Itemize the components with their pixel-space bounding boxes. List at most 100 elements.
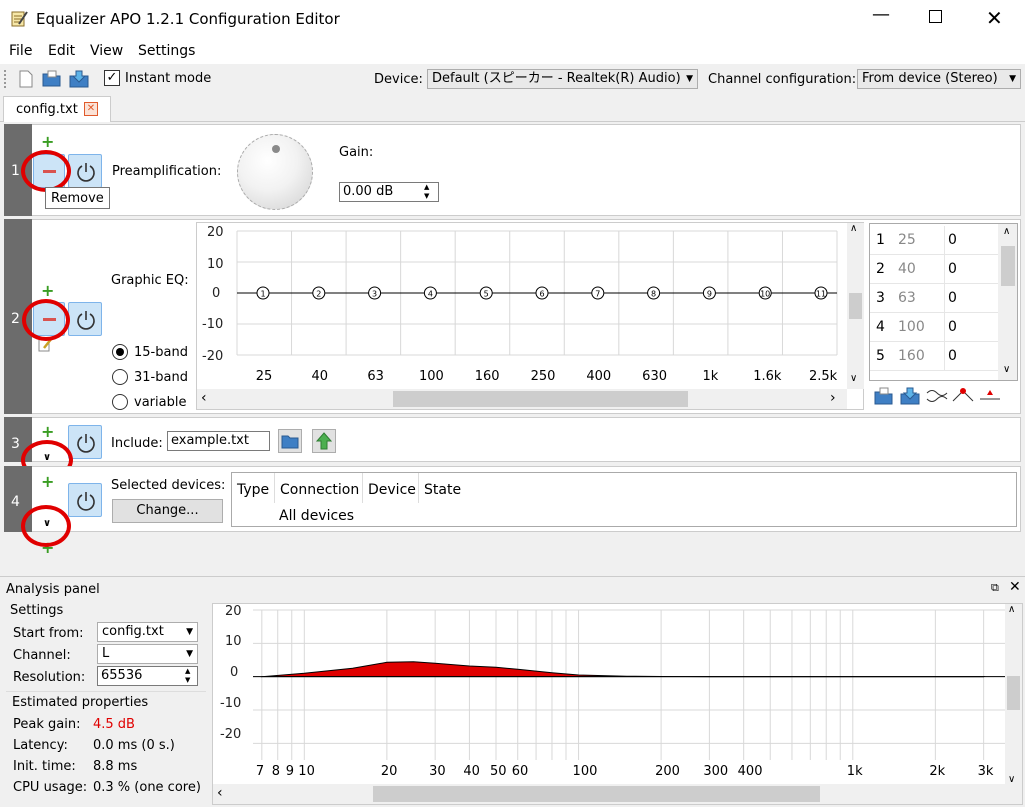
band-number[interactable]: 5 xyxy=(876,348,885,364)
save-icon[interactable] xyxy=(900,387,920,405)
band-number[interactable]: 3 xyxy=(876,290,885,306)
radio-variable[interactable] xyxy=(112,394,128,410)
devices-table[interactable]: Type Connection Device State All devices xyxy=(231,472,1017,527)
band-table-row[interactable]: 3 63 0 xyxy=(870,284,998,313)
band-frequency[interactable]: 40 xyxy=(898,261,916,277)
raise-point-icon[interactable] xyxy=(952,387,974,405)
band-number[interactable]: 2 xyxy=(876,261,885,277)
band-number[interactable]: 1 xyxy=(876,232,885,248)
eq-hscrollbar[interactable]: ‹ › xyxy=(197,389,847,409)
power-button[interactable] xyxy=(68,302,102,336)
browse-button[interactable] xyxy=(278,429,302,453)
device-select[interactable]: Default (スピーカー - Realtek(R) Audio) ▼ xyxy=(427,69,698,89)
open-icon[interactable] xyxy=(874,387,894,405)
minimize-icon[interactable]: — xyxy=(872,4,890,25)
include-field[interactable]: example.txt xyxy=(167,431,270,451)
estimated-heading: Estimated properties xyxy=(12,695,149,710)
open-include-button[interactable] xyxy=(312,429,336,453)
scroll-down-icon[interactable]: ∨ xyxy=(850,373,857,384)
band-gain[interactable]: 0 xyxy=(948,232,957,248)
change-button[interactable]: Change... xyxy=(112,499,223,523)
eq-vscrollbar[interactable]: ∧ ∨ xyxy=(847,223,864,389)
add-filter-icon[interactable]: + xyxy=(41,474,54,490)
band-table-row[interactable]: 2 40 0 xyxy=(870,255,998,284)
eq-band-number: 3 xyxy=(372,290,377,299)
band-gain[interactable]: 0 xyxy=(948,319,957,335)
radio-31-band-label[interactable]: 31-band xyxy=(134,370,188,385)
scroll-left-icon[interactable]: ‹ xyxy=(217,785,223,801)
save-file-icon[interactable] xyxy=(69,70,89,88)
analysis-chart[interactable]: 20 10 0 -10 -20 7 8 9 10 20 30 40 50 60 100 200 300… xyxy=(212,603,1023,805)
band-frequency[interactable]: 63 xyxy=(898,290,916,306)
eq-vscroll-thumb[interactable] xyxy=(849,293,862,319)
channel-config-select[interactable]: From device (Stereo) ▼ xyxy=(857,69,1021,89)
power-button[interactable] xyxy=(68,483,102,517)
scroll-up-icon[interactable]: ∧ xyxy=(1003,226,1010,237)
radio-31-band[interactable] xyxy=(112,369,128,385)
band-frequency[interactable]: 100 xyxy=(898,319,925,335)
analysis-vscrollbar[interactable]: ∧ ∨ xyxy=(1005,604,1022,804)
col-type[interactable]: Type xyxy=(232,473,275,503)
channel-select[interactable]: L ▼ xyxy=(97,644,198,664)
power-button[interactable] xyxy=(68,425,102,459)
maximize-icon[interactable] xyxy=(929,10,942,23)
spin-arrows-icon[interactable]: ▲ ▼ xyxy=(185,667,190,685)
instant-mode-label[interactable]: Instant mode xyxy=(125,71,211,86)
scroll-up-icon[interactable]: ∧ xyxy=(850,223,857,234)
band-table-row[interactable]: 4 100 0 xyxy=(870,313,998,342)
float-panel-icon[interactable]: ⧉ xyxy=(991,581,999,595)
close-tab-icon[interactable]: ✕ xyxy=(84,102,98,116)
band-table-row[interactable]: 1 25 0 xyxy=(870,226,998,255)
start-from-select[interactable]: config.txt ▼ xyxy=(97,622,198,642)
table-cell-connection[interactable]: All devices xyxy=(279,508,354,524)
scroll-left-icon[interactable]: ‹ xyxy=(201,390,207,406)
menu-settings[interactable]: Settings xyxy=(138,43,195,59)
eq-graph[interactable]: 1 2 3 4 5 6 7 8 9 10 11 20 10 0 -10 -20 25 40 63 100 1… xyxy=(196,222,864,410)
band-gain[interactable]: 0 xyxy=(948,261,957,277)
resolution-spinbox[interactable]: 65536 ▲ ▼ xyxy=(97,666,198,686)
radio-15-band[interactable] xyxy=(112,344,128,360)
invert-response-icon[interactable] xyxy=(926,387,948,405)
scroll-down-icon[interactable]: ∨ xyxy=(1003,364,1010,375)
col-device[interactable]: Device xyxy=(363,473,419,503)
add-filter-icon[interactable]: + xyxy=(41,283,54,299)
power-button[interactable] xyxy=(68,154,102,188)
menu-file[interactable]: File xyxy=(9,43,32,59)
band-gain[interactable]: 0 xyxy=(948,290,957,306)
band-table[interactable]: 1 25 0 2 40 0 3 63 0 4 100 0 5 160 0 ∧ ∨ xyxy=(869,223,1018,381)
gain-knob[interactable] xyxy=(237,134,313,210)
col-connection[interactable]: Connection xyxy=(275,473,363,503)
tab-config[interactable]: config.txt ✕ xyxy=(3,96,111,123)
eq-x-tick: 40 xyxy=(311,369,329,384)
radio-15-band-label[interactable]: 15-band xyxy=(134,345,188,360)
col-state[interactable]: State xyxy=(419,473,479,503)
menu-view[interactable]: View xyxy=(90,43,123,59)
toolbar: ✓ Instant mode Device: Default (スピーカー - … xyxy=(0,64,1025,94)
band-table-row[interactable]: 5 160 0 xyxy=(870,342,998,371)
eq-hscroll-thumb[interactable] xyxy=(393,391,688,407)
menu-edit[interactable]: Edit xyxy=(48,43,75,59)
close-icon[interactable]: ✕ xyxy=(986,6,1003,30)
spin-arrows-icon[interactable]: ▲ ▼ xyxy=(424,183,429,201)
band-gain[interactable]: 0 xyxy=(948,348,957,364)
band-frequency[interactable]: 25 xyxy=(898,232,916,248)
band-table-scroll-thumb[interactable] xyxy=(1001,246,1015,286)
add-filter-icon[interactable]: + xyxy=(41,424,54,440)
gain-spinbox[interactable]: 0.00 dB ▲ ▼ xyxy=(339,182,439,202)
band-frequency[interactable]: 160 xyxy=(898,348,925,364)
lower-point-icon[interactable] xyxy=(979,387,1001,405)
scroll-up-icon[interactable]: ∧ xyxy=(1008,604,1015,615)
band-table-scrollbar[interactable]: ∧ ∨ xyxy=(998,224,1017,380)
analysis-hscrollbar[interactable]: ‹ xyxy=(213,784,1005,804)
analysis-vscroll-thumb[interactable] xyxy=(1007,676,1020,710)
close-panel-icon[interactable]: ✕ xyxy=(1009,579,1021,595)
instant-mode-checkbox[interactable]: ✓ xyxy=(104,70,120,86)
band-number[interactable]: 4 xyxy=(876,319,885,335)
scroll-right-icon[interactable]: › xyxy=(830,390,836,406)
scroll-down-icon[interactable]: ∨ xyxy=(1008,774,1015,785)
open-file-icon[interactable] xyxy=(42,70,62,88)
add-filter-icon[interactable]: + xyxy=(41,134,54,150)
analysis-hscroll-thumb[interactable] xyxy=(373,786,820,802)
new-file-icon[interactable] xyxy=(17,70,35,88)
radio-variable-label[interactable]: variable xyxy=(134,395,186,410)
